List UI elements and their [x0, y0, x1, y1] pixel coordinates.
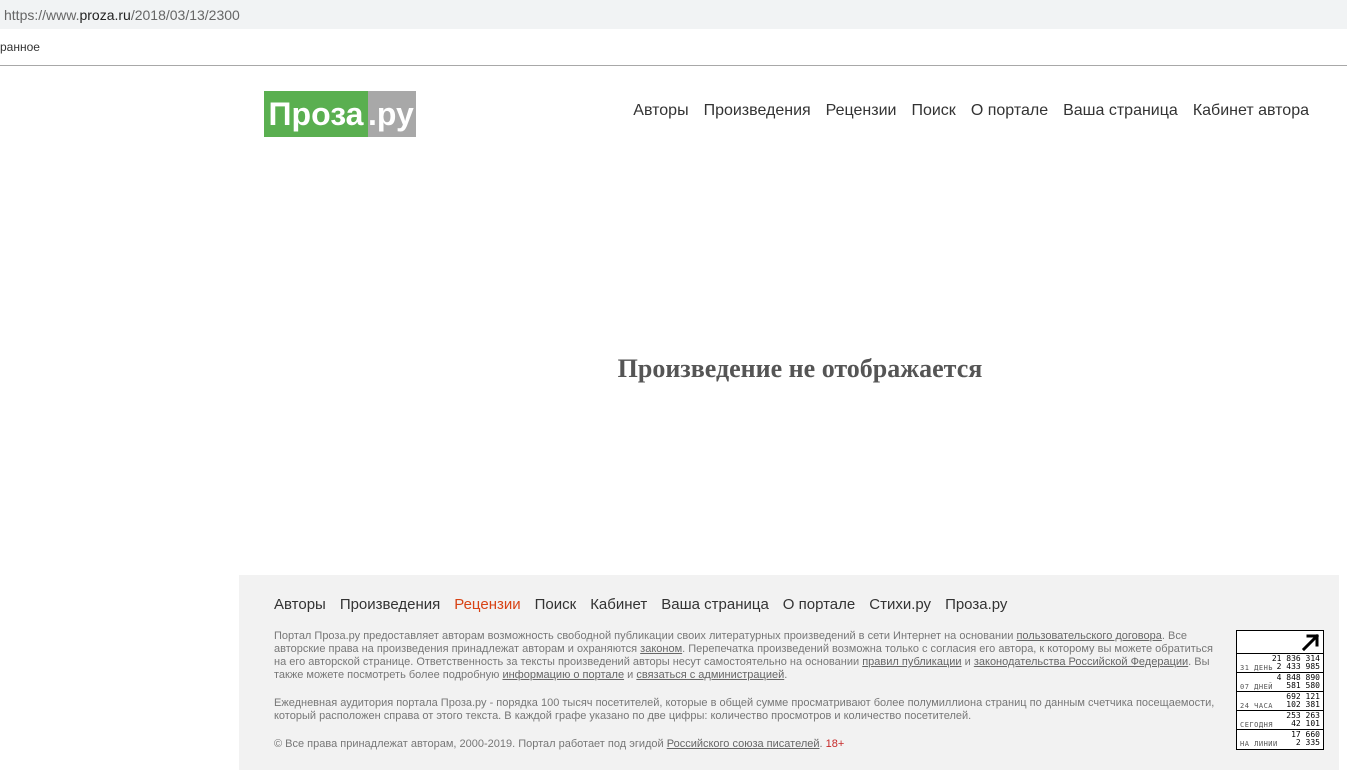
portal-info-link[interactable]: информацию о портале — [502, 669, 624, 681]
counter-visitors: 2 335 — [1295, 738, 1320, 747]
user-agreement-link[interactable]: пользовательского договора — [1016, 630, 1161, 642]
site-logo[interactable]: Проза .ру — [264, 91, 416, 137]
nav-author-cabinet[interactable]: Кабинет автора — [1193, 102, 1309, 120]
footer-nav-search[interactable]: Поиск — [535, 596, 577, 613]
visit-counter[interactable]: 31 ДЕНЬ 21 836 314 2 433 985 07 ДНЕЙ 4 8… — [1236, 630, 1324, 750]
nav-reviews[interactable]: Рецензии — [826, 102, 897, 120]
legal-text-part: Портал Проза.ру предоставляет авторам во… — [274, 630, 1017, 642]
url-path: /2018/03/13/2300 — [130, 7, 240, 23]
footer-nav-your-page[interactable]: Ваша страница — [661, 596, 769, 613]
footer-nav-proza[interactable]: Проза.ру — [945, 596, 1007, 613]
law-link[interactable]: законом — [640, 643, 682, 655]
copyright-text: © Все права принадлежат авторам, 2000-20… — [274, 738, 667, 750]
counter-label: 31 ДЕНЬ — [1240, 664, 1274, 672]
page-message: Произведение не отображается — [617, 354, 983, 383]
writers-union-link[interactable]: Российского союза писателей — [667, 738, 820, 750]
footer-audience-text: Ежедневная аудитория портала Проза.ру - … — [274, 697, 1215, 722]
counter-label: НА ЛИНИИ — [1240, 740, 1278, 748]
footer-nav-cabinet[interactable]: Кабинет — [590, 596, 647, 613]
bookmark-item[interactable]: ранное — [0, 40, 40, 54]
footer-nav-works[interactable]: Произведения — [340, 596, 440, 613]
nav-search[interactable]: Поиск — [911, 102, 955, 120]
top-navigation: Авторы Произведения Рецензии Поиск О пор… — [633, 102, 1309, 120]
age-rating-badge: 18+ — [825, 738, 845, 750]
footer: Авторы Произведения Рецензии Поиск Кабин… — [239, 575, 1339, 770]
publication-rules-link[interactable]: правил публикации — [862, 656, 961, 668]
counter-visitors: 2 433 985 — [1276, 662, 1320, 671]
url-text[interactable]: https://www.proza.ru/2018/03/13/2300 — [4, 7, 240, 23]
logo-main-text: Проза — [264, 91, 368, 137]
logo-tld-text: .ру — [368, 91, 416, 137]
footer-navigation: Авторы Произведения Рецензии Поиск Кабин… — [274, 596, 1007, 613]
footer-nav-reviews[interactable]: Рецензии — [454, 596, 520, 613]
footer-legal-text: Портал Проза.ру предоставляет авторам во… — [274, 630, 1224, 682]
footer-nav-stihi[interactable]: Стихи.ру — [869, 596, 931, 613]
counter-row: 24 ЧАСА 692 121 102 381 — [1237, 691, 1323, 711]
nav-authors[interactable]: Авторы — [633, 102, 688, 120]
counter-visitors: 581 580 — [1286, 681, 1320, 690]
footer-nav-authors[interactable]: Авторы — [274, 596, 326, 613]
counter-visitors: 102 381 — [1286, 700, 1320, 709]
footer-nav-about[interactable]: О портале — [783, 596, 855, 613]
url-domain: proza.ru — [79, 7, 131, 23]
nav-your-page[interactable]: Ваша страница — [1063, 102, 1178, 120]
counter-label: 24 ЧАСА — [1240, 702, 1274, 710]
address-bar[interactable]: https://www.proza.ru/2018/03/13/2300 — [0, 0, 1347, 29]
footer-copyright: © Все права принадлежат авторам, 2000-20… — [274, 738, 1224, 751]
legal-text-part: . — [784, 669, 788, 681]
counter-visitors: 42 101 — [1291, 719, 1320, 728]
legal-text-part: и — [624, 669, 637, 681]
legal-text-part: и — [961, 656, 974, 668]
counter-label: 07 ДНЕЙ — [1240, 683, 1274, 691]
counter-row: 31 ДЕНЬ 21 836 314 2 433 985 — [1237, 653, 1323, 673]
legislation-link[interactable]: законодательства Российской Федерации — [974, 656, 1188, 668]
counter-row: СЕГОДНЯ 253 263 42 101 — [1237, 710, 1323, 730]
arrow-up-right-icon — [1302, 633, 1320, 651]
counter-row: НА ЛИНИИ 17 660 2 335 — [1237, 729, 1323, 749]
contact-admin-link[interactable]: связаться с администрацией — [636, 669, 784, 681]
nav-works[interactable]: Произведения — [704, 102, 811, 120]
counter-label: СЕГОДНЯ — [1240, 721, 1274, 729]
nav-about[interactable]: О портале — [971, 102, 1048, 120]
counter-row: 07 ДНЕЙ 4 848 890 581 580 — [1237, 672, 1323, 692]
bookmarks-bar: ранное — [0, 29, 1347, 66]
url-prefix: https://www. — [4, 7, 80, 23]
